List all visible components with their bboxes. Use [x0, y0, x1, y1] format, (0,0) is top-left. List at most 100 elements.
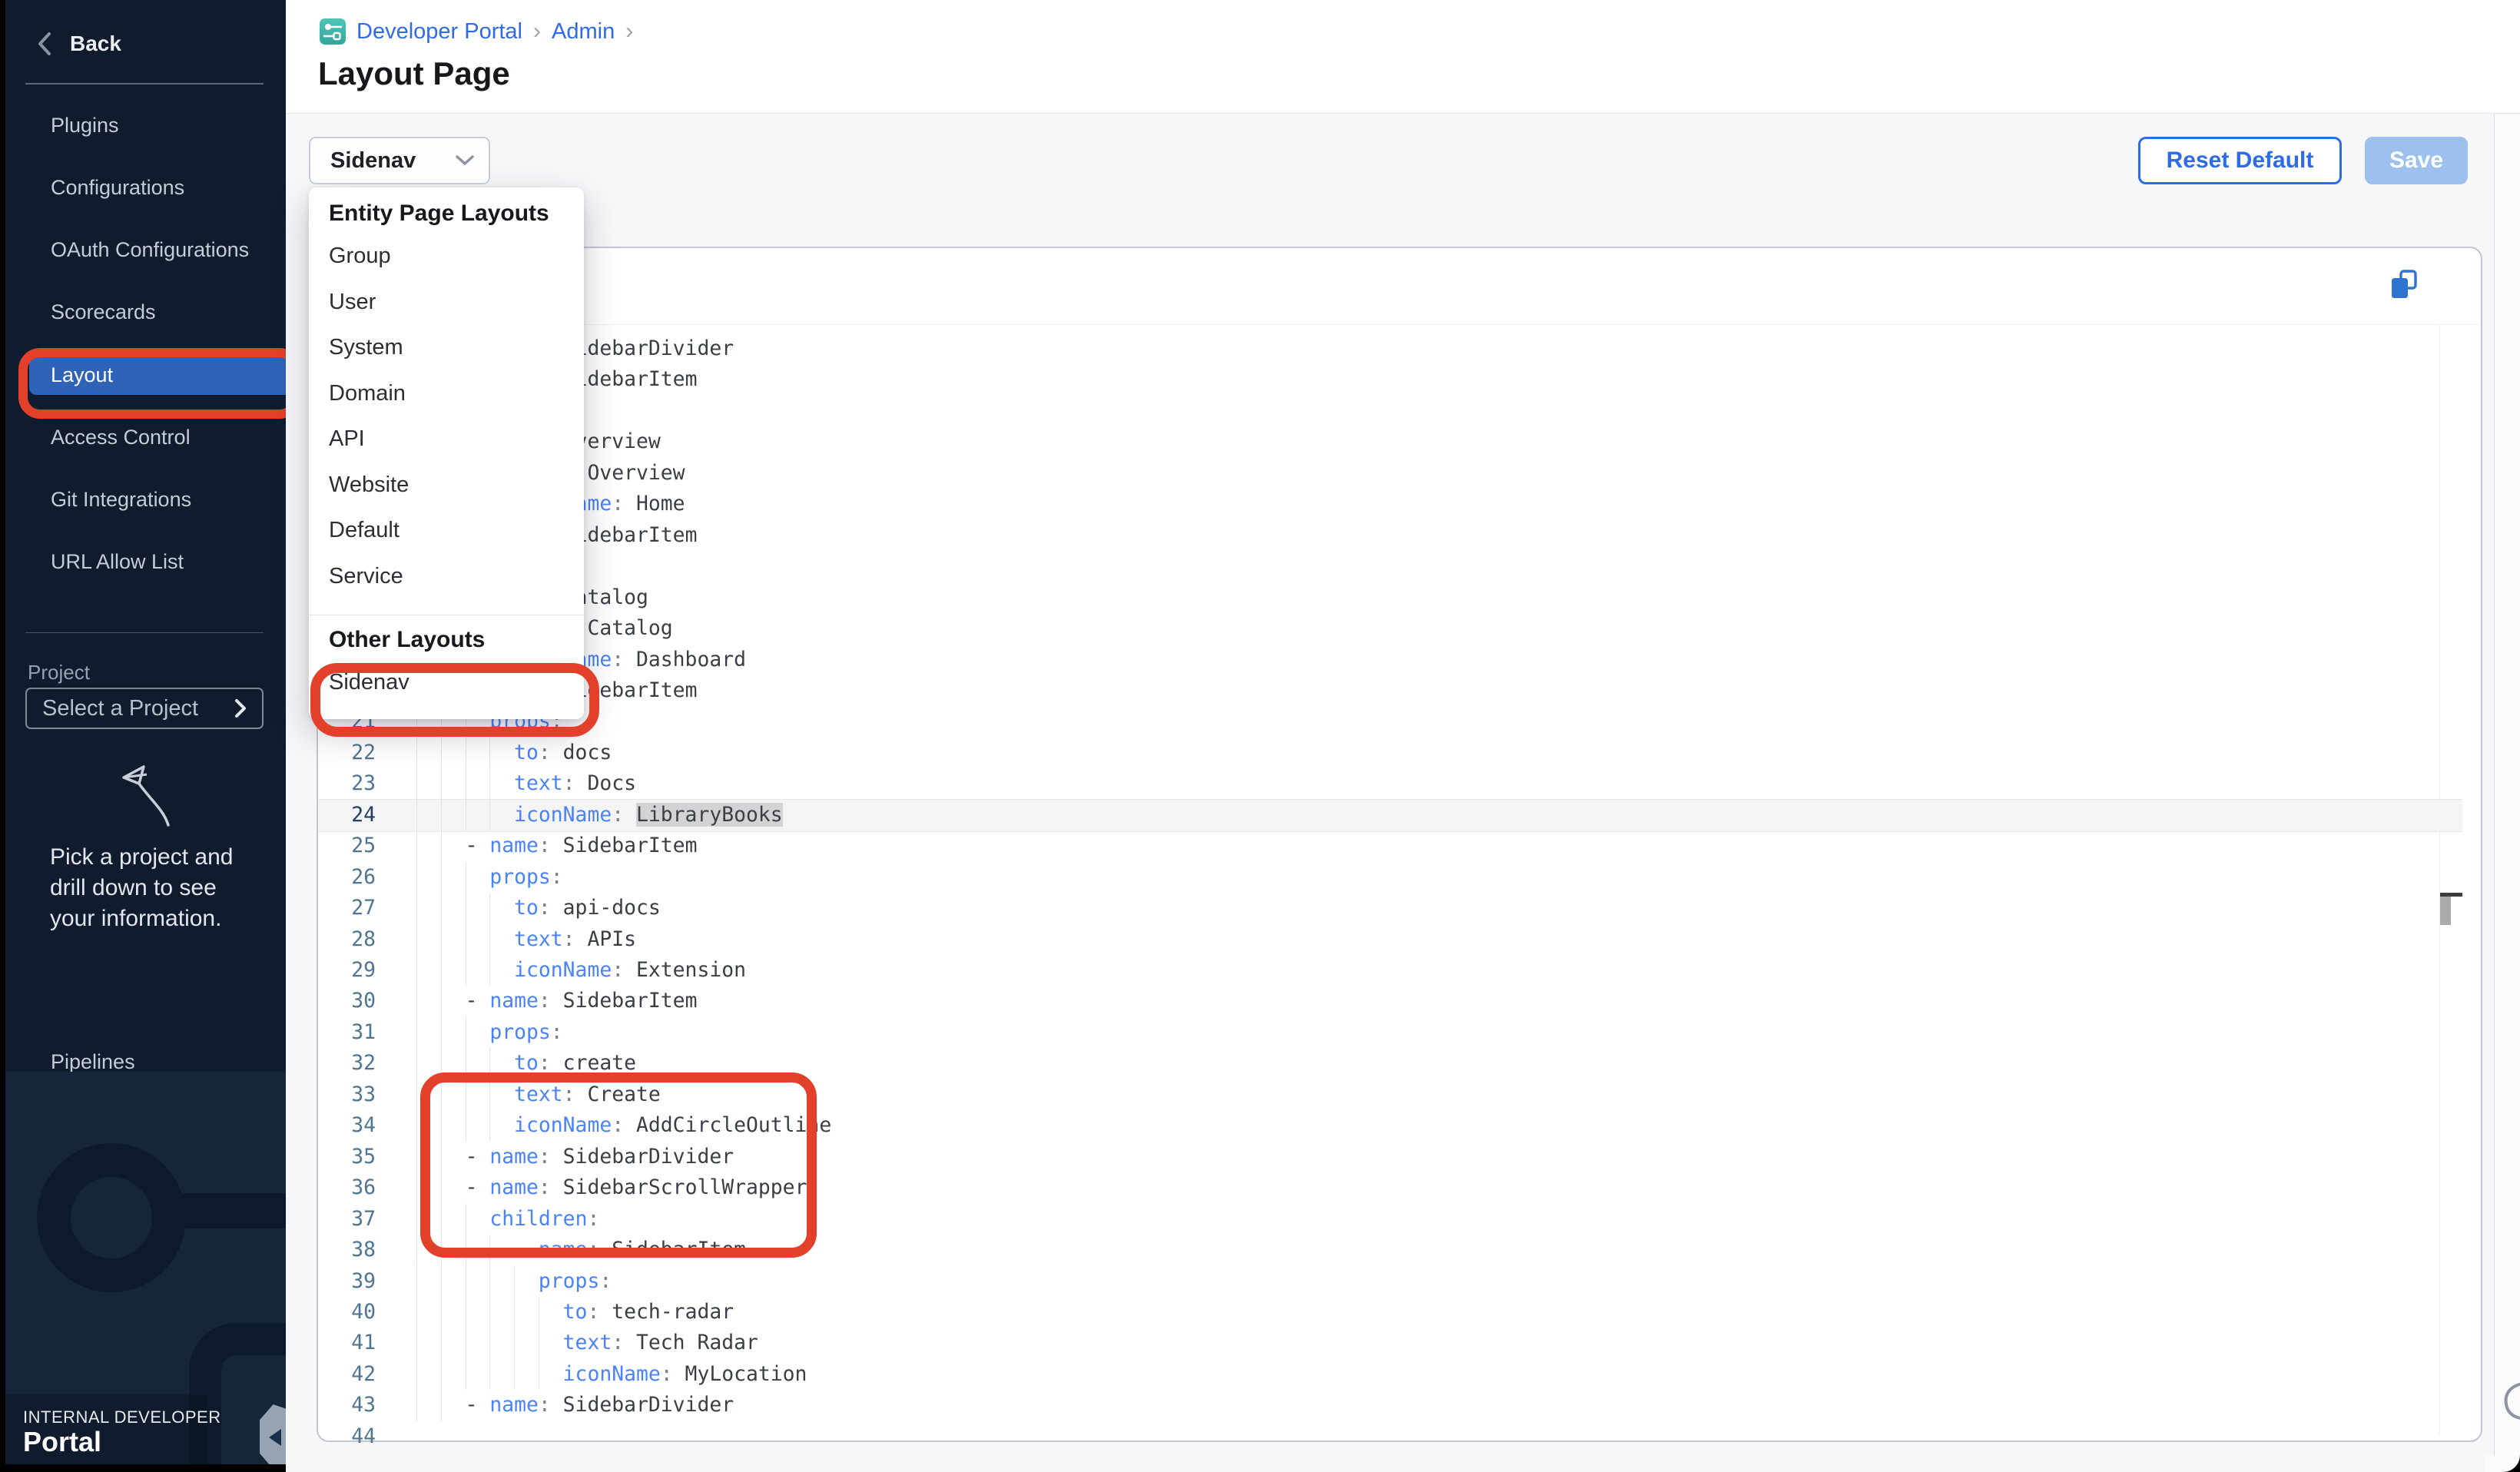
sidebar-item-url-allow-list[interactable]: URL Allow List: [51, 542, 184, 581]
code-line-34[interactable]: 34 iconName: AddCircleOutline: [318, 1110, 2481, 1141]
editor-scrollbar-thumb[interactable]: [2440, 897, 2451, 925]
sidebar-item-oauth-configurations[interactable]: OAuth Configurations: [51, 230, 249, 269]
sidebar-item-git-integrations[interactable]: Git Integrations: [51, 480, 191, 519]
save-button[interactable]: Save: [2365, 137, 2468, 184]
select-project-button[interactable]: Select a Project: [25, 688, 264, 729]
code-line-24[interactable]: 24 iconName: LibraryBooks: [318, 800, 2481, 830]
code-line-19[interactable]: 19 iconName: Dashboard: [318, 645, 2481, 675]
developer-portal-icon: [320, 18, 346, 45]
sidebar-item-layout[interactable]: Layout: [29, 355, 286, 395]
code-line-13[interactable]: 13 text: Overview: [318, 458, 2481, 489]
dropdown-section-header: Entity Page Layouts: [309, 194, 584, 234]
layout-type-select[interactable]: Sidenav: [309, 137, 490, 184]
line-number: 22: [324, 738, 376, 768]
code-line-44[interactable]: 44: [318, 1421, 2481, 1452]
code-line-31[interactable]: 31 props:: [318, 1017, 2481, 1048]
code-text: text: Overview: [416, 458, 2458, 489]
code-text: text: Create: [416, 1079, 2458, 1110]
code-text: to: api-docs: [416, 893, 2458, 923]
sidebar-item-access-control[interactable]: Access Control: [51, 418, 191, 456]
page-scrollbar-gutter[interactable]: [2494, 0, 2520, 1472]
reset-default-button[interactable]: Reset Default: [2138, 137, 2342, 184]
dropdown-option-system[interactable]: System: [309, 325, 584, 371]
code-line-11[interactable]: 11 props:: [318, 396, 2481, 426]
line-number: 33: [324, 1079, 376, 1110]
code-text: - name: SidebarItem: [416, 1235, 2458, 1265]
code-line-21[interactable]: 21 props:: [318, 706, 2481, 737]
code-line-39[interactable]: 39 props:: [318, 1266, 2481, 1297]
code-line-16[interactable]: 16 props:: [318, 551, 2481, 582]
dropdown-option-user[interactable]: User: [309, 280, 584, 326]
code-text: - name: SidebarItem: [416, 830, 2458, 861]
select-project-label: Select a Project: [42, 696, 198, 721]
code-line-10[interactable]: 10 - name: SidebarItem: [318, 364, 2481, 395]
line-number: 43: [324, 1390, 376, 1421]
breadcrumb-link-developer-portal[interactable]: Developer Portal: [356, 19, 522, 45]
dropdown-option-api[interactable]: API: [309, 416, 584, 462]
code-line-29[interactable]: 29 iconName: Extension: [318, 955, 2481, 986]
line-number: 39: [324, 1266, 376, 1297]
code-line-33[interactable]: 33 text: Create: [318, 1079, 2481, 1110]
code-line-27[interactable]: 27 to: api-docs: [318, 893, 2481, 923]
dropdown-option-sidenav[interactable]: Sidenav: [309, 660, 584, 706]
page-header: Developer Portal › Admin › Layout Page: [286, 0, 2520, 114]
line-number: 36: [324, 1172, 376, 1203]
sidebar-item-configurations[interactable]: Configurations: [51, 168, 184, 207]
cursor-glyph-icon: [2502, 1380, 2520, 1421]
back-button[interactable]: Back: [36, 25, 121, 63]
code-line-20[interactable]: 20 - name: SidebarItem: [318, 675, 2481, 706]
code-line-28[interactable]: 28 text: APIs: [318, 924, 2481, 955]
code-line-14[interactable]: 14 iconName: Home: [318, 489, 2481, 519]
sidebar-item-plugins[interactable]: Plugins: [51, 106, 119, 144]
layout-select-value: Sidenav: [330, 148, 416, 174]
circuit-bar-shape: [178, 1193, 286, 1228]
code-line-30[interactable]: 30 - name: SidebarItem: [318, 986, 2481, 1016]
back-label: Back: [70, 31, 121, 56]
code-line-15[interactable]: 15 - name: SidebarItem: [318, 520, 2481, 551]
code-line-42[interactable]: 42 iconName: MyLocation: [318, 1359, 2481, 1390]
breadcrumb-link-admin[interactable]: Admin: [552, 19, 615, 45]
code-line-23[interactable]: 23 text: Docs: [318, 768, 2481, 799]
code-line-41[interactable]: 41 text: Tech Radar: [318, 1328, 2481, 1358]
code-line-25[interactable]: 25 - name: SidebarItem: [318, 830, 2481, 861]
sidebar-divider: [25, 83, 264, 85]
line-number: 24: [324, 800, 376, 830]
code-line-35[interactable]: 35 - name: SidebarDivider: [318, 1142, 2481, 1172]
code-line-43[interactable]: 43 - name: SidebarDivider: [318, 1390, 2481, 1421]
code-text: iconName: LibraryBooks: [416, 800, 2458, 830]
dropdown-option-service[interactable]: Service: [309, 554, 584, 600]
project-section-label: Project: [28, 661, 90, 685]
code-line-18[interactable]: 18 text: Catalog: [318, 613, 2481, 644]
code-area[interactable]: 9 - name: SidebarDivider10 - name: Sideb…: [318, 248, 2481, 1441]
line-number: 28: [324, 924, 376, 955]
line-number: 31: [324, 1017, 376, 1048]
code-text: - name: SidebarItem: [416, 675, 2458, 706]
code-line-36[interactable]: 36 - name: SidebarScrollWrapper: [318, 1172, 2481, 1203]
sidebar-item-scorecards[interactable]: Scorecards: [51, 293, 156, 331]
code-line-22[interactable]: 22 to: docs: [318, 738, 2481, 768]
line-number: 38: [324, 1235, 376, 1265]
breadcrumb-separator: ›: [533, 18, 541, 45]
code-text: to: catalog: [416, 582, 2458, 613]
dropdown-option-domain[interactable]: Domain: [309, 371, 584, 417]
dropdown-option-group[interactable]: Group: [309, 234, 584, 280]
dropdown-option-website[interactable]: Website: [309, 462, 584, 509]
code-text: props:: [416, 1017, 2458, 1048]
dropdown-section-header: Other Layouts: [309, 620, 584, 660]
code-text: - name: SidebarDivider: [416, 1390, 2458, 1421]
code-line-12[interactable]: 12 to: overview: [318, 426, 2481, 457]
code-line-37[interactable]: 37 children:: [318, 1204, 2481, 1235]
line-number: 32: [324, 1048, 376, 1079]
code-line-32[interactable]: 32 to: create: [318, 1048, 2481, 1079]
line-number: 40: [324, 1297, 376, 1328]
chevron-right-icon: [234, 698, 247, 718]
code-line-38[interactable]: 38 - name: SidebarItem: [318, 1235, 2481, 1265]
code-line-26[interactable]: 26 props:: [318, 862, 2481, 893]
code-text: props:: [416, 396, 2458, 426]
dropdown-option-default[interactable]: Default: [309, 508, 584, 554]
code-line-40[interactable]: 40 to: tech-radar: [318, 1297, 2481, 1328]
code-line-17[interactable]: 17 to: catalog: [318, 582, 2481, 613]
code-line-9[interactable]: 9 - name: SidebarDivider: [318, 333, 2481, 364]
code-text: - name: SidebarScrollWrapper: [416, 1172, 2458, 1203]
code-text: to: tech-radar: [416, 1297, 2458, 1328]
